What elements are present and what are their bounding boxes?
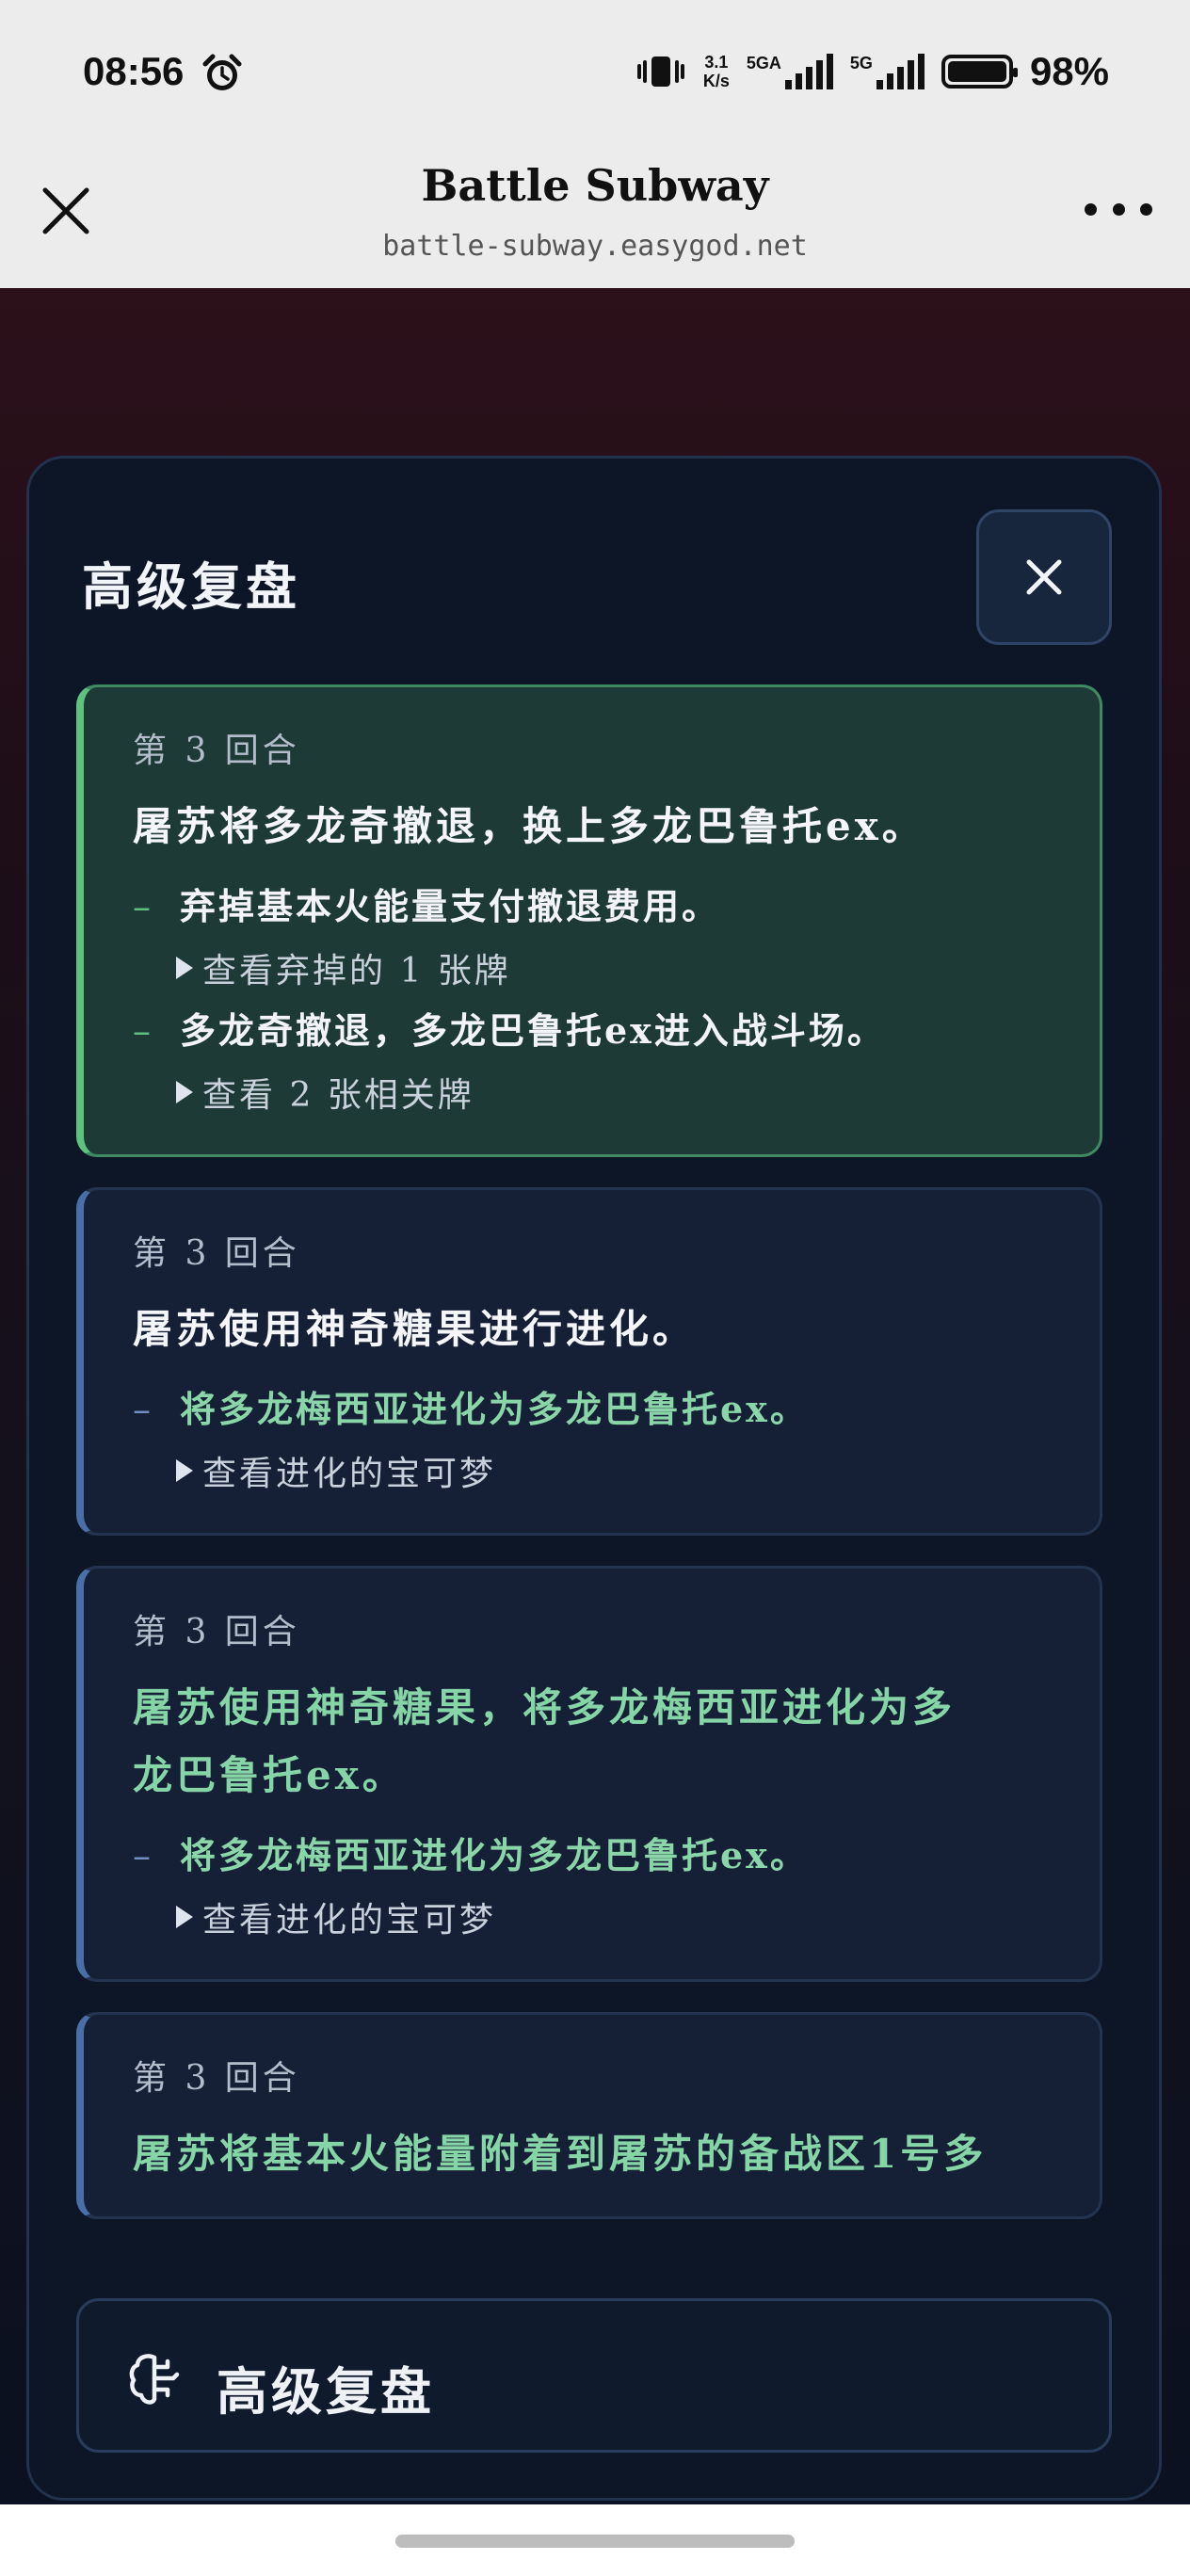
more-dots-icon[interactable] bbox=[1085, 198, 1152, 220]
round-label: 第 3 回合 bbox=[133, 732, 300, 770]
home-indicator[interactable] bbox=[395, 2535, 795, 2548]
entry-headline: 屠苏将基本火能量附着到屠苏的备战区1号多 bbox=[133, 2131, 988, 2177]
entry-detail: – 将多龙梅西亚进化为多龙巴鲁托ex。 bbox=[133, 1388, 809, 1430]
alarm-clock-icon bbox=[202, 54, 242, 90]
status-time: 08:56 bbox=[83, 49, 185, 93]
entry-detail: – 多龙奇撤退，多龙巴鲁托ex进入战斗场。 bbox=[133, 1009, 886, 1052]
review-entry[interactable]: 第 3 回合 屠苏将基本火能量附着到屠苏的备战区1号多 bbox=[76, 2012, 1102, 2219]
triangle-right-icon bbox=[176, 1906, 193, 1928]
advanced-review-label: 高级复盘 bbox=[217, 2362, 435, 2422]
review-list[interactable]: 第 3 回合 屠苏将多龙奇撤退，换上多龙巴鲁托ex。 – 弃掉基本火能量支付撤退费… bbox=[76, 684, 1102, 2247]
expand-toggle[interactable]: 查看弃掉的 1 张牌 bbox=[176, 943, 1051, 992]
battery-icon bbox=[941, 55, 1018, 89]
close-icon bbox=[1026, 559, 1062, 595]
expand-toggle[interactable]: 查看进化的宝可梦 bbox=[176, 1892, 1051, 1941]
battery-percent: 98% bbox=[1029, 49, 1109, 93]
round-label: 第 3 回合 bbox=[133, 2059, 300, 2098]
review-entry[interactable]: 第 3 回合 屠苏使用神奇糖果进行进化。 – 将多龙梅西亚进化为多龙巴鲁托ex。 … bbox=[76, 1187, 1102, 1536]
round-label: 第 3 回合 bbox=[133, 1234, 300, 1273]
triangle-right-icon bbox=[176, 1459, 193, 1482]
advanced-review-button[interactable]: 高级复盘 bbox=[76, 2298, 1112, 2453]
page-title: Battle Subway bbox=[421, 160, 769, 211]
modal-close-button[interactable] bbox=[976, 509, 1112, 645]
modal-title: 高级复盘 bbox=[82, 557, 300, 617]
entry-detail: – 将多龙梅西亚进化为多龙巴鲁托ex。 bbox=[133, 1834, 809, 1876]
triangle-right-icon bbox=[176, 957, 193, 979]
page-url: battle-subway.easygod.net bbox=[382, 230, 808, 263]
entry-headline: 屠苏使用神奇糖果进行进化。 bbox=[133, 1306, 697, 1352]
triangle-right-icon bbox=[176, 1081, 193, 1103]
review-entry[interactable]: 第 3 回合 屠苏将多龙奇撤退，换上多龙巴鲁托ex。 – 弃掉基本火能量支付撤退费… bbox=[76, 684, 1102, 1157]
review-entry[interactable]: 第 3 回合 屠苏使用神奇糖果，将多龙梅西亚进化为多 龙巴鲁托ex。 – 将多龙梅… bbox=[76, 1566, 1102, 1982]
status-bar: 08:56 3.1 K/s 5GA 5G 98% bbox=[0, 0, 1190, 151]
expand-toggle[interactable]: 查看 2 张相关牌 bbox=[176, 1068, 1051, 1117]
signal-bars-icon bbox=[784, 54, 833, 89]
vibrate-icon bbox=[636, 56, 684, 87]
signal-5g: 5G bbox=[850, 54, 925, 89]
advanced-review-modal: 高级复盘 第 3 回合 屠苏将多龙奇撤退，换上多龙巴鲁托ex。 – 弃掉基本火能量… bbox=[26, 456, 1162, 2501]
round-label: 第 3 回合 bbox=[133, 1613, 300, 1651]
signal-5ga: 5GA bbox=[747, 54, 833, 89]
brain-icon bbox=[129, 2354, 180, 2405]
expand-toggle[interactable]: 查看进化的宝可梦 bbox=[176, 1446, 1051, 1495]
entry-headline: 屠苏使用神奇糖果，将多龙梅西亚进化为多 龙巴鲁托ex。 bbox=[133, 1684, 957, 1798]
signal-bars-icon bbox=[876, 54, 925, 89]
entry-headline: 屠苏将多龙奇撤退，换上多龙巴鲁托ex。 bbox=[133, 803, 925, 849]
browser-header: Battle Subway battle-subway.easygod.net bbox=[0, 151, 1190, 288]
system-nav-bar bbox=[0, 2504, 1190, 2576]
entry-detail: – 弃掉基本火能量支付撤退费用。 bbox=[133, 885, 721, 927]
network-speed: 3.1 K/s bbox=[702, 53, 730, 90]
